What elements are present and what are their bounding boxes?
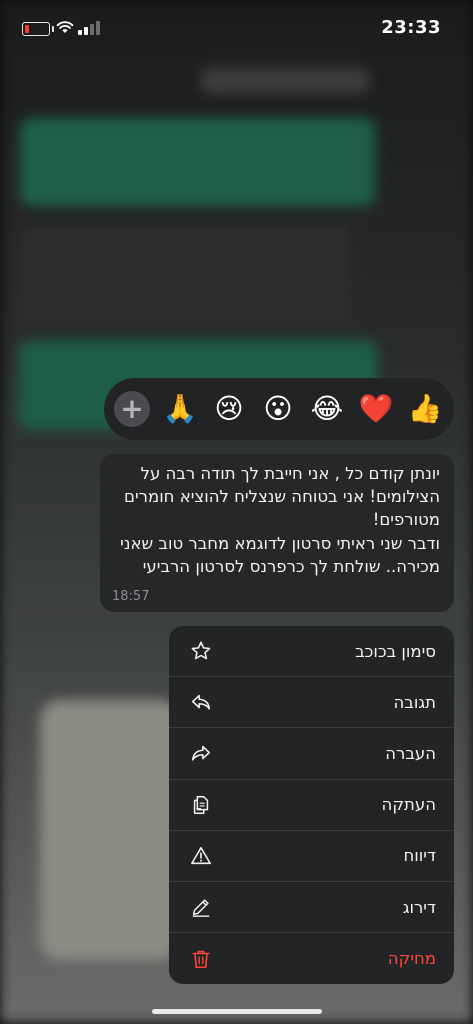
menu-label-star: סימון בכוכב (355, 641, 436, 661)
menu-item-copy[interactable]: העתקה (169, 780, 454, 831)
message-timestamp: 18:57 (112, 589, 150, 604)
menu-item-rate[interactable]: דירוג (169, 882, 454, 934)
menu-item-forward[interactable]: העברה (169, 728, 454, 780)
reaction-folded-hands[interactable]: 🙏 (161, 390, 199, 428)
battery-icon (22, 22, 54, 36)
reaction-bar: + 🙏 😢 😮 😂 ❤️ 👍 (104, 378, 454, 440)
menu-item-reply[interactable]: תגובה (169, 677, 454, 729)
menu-label-rate: דירוג (402, 897, 436, 917)
reaction-red-heart[interactable]: ❤️ (357, 390, 395, 428)
reaction-thumbs-up[interactable]: 👍 (406, 390, 444, 428)
menu-label-forward: העברה (385, 743, 436, 763)
reply-icon (189, 690, 213, 714)
status-time: 23:33 (381, 17, 441, 38)
message-text: יונתן קודם כל , אני חייבת לך תודה רבה על… (120, 464, 440, 576)
warning-icon (189, 844, 213, 868)
menu-label-reply: תגובה (393, 692, 436, 712)
reaction-tears-of-joy[interactable]: 😂 (308, 390, 346, 428)
menu-label-delete: מחיקה (387, 949, 436, 969)
menu-item-star[interactable]: סימון בכוכב (169, 626, 454, 678)
menu-label-copy: העתקה (381, 795, 436, 815)
menu-item-delete[interactable]: מחיקה (169, 933, 454, 984)
pencil-icon (189, 895, 213, 919)
message-bubble[interactable]: יונתן קודם כל , אני חייבת לך תודה רבה על… (100, 454, 454, 612)
reaction-surprised[interactable]: 😮 (259, 390, 297, 428)
status-bar: 23:33 (0, 0, 473, 56)
message-context-menu: סימון בכוכב תגובה העברה העתקה דיווח דירו… (169, 626, 454, 984)
cellular-signal-icon (78, 21, 102, 35)
forward-icon (189, 741, 213, 765)
home-indicator[interactable] (152, 1009, 322, 1014)
trash-icon (189, 947, 213, 971)
wifi-icon (56, 21, 74, 33)
menu-label-report: דיווח (403, 846, 436, 866)
copy-icon (189, 793, 213, 817)
star-icon (189, 639, 213, 663)
menu-item-report[interactable]: דיווח (169, 831, 454, 882)
reaction-crying[interactable]: 😢 (210, 390, 248, 428)
plus-icon[interactable]: + (114, 391, 150, 427)
